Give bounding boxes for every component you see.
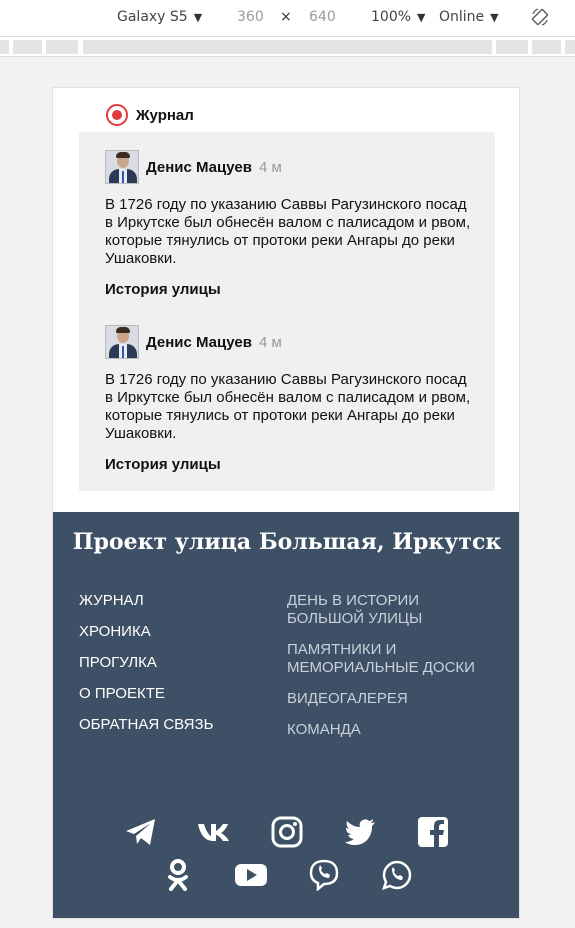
section-title: Журнал (136, 106, 194, 124)
facebook-icon[interactable] (416, 815, 450, 849)
avatar[interactable] (105, 325, 139, 359)
journal-header: Журнал (106, 104, 194, 126)
post-header: Денис Мацуев 4 м (105, 325, 475, 359)
zoom-value: 100% (371, 9, 412, 25)
post-author[interactable]: Денис Мацуев (146, 334, 252, 351)
chevron-down-icon: ▼ (193, 10, 203, 24)
social-links-row-2 (53, 858, 519, 892)
footer-menu-right: ДЕНЬ В ИСТОРИИ БОЛЬШОЙ УЛИЦЫ ПАМЯТНИКИ И… (287, 592, 487, 752)
vk-icon[interactable] (197, 815, 231, 849)
width-input[interactable]: 360 (237, 9, 264, 25)
post-header: Денис Мацуев 4 м (105, 150, 475, 184)
network-value: Online (439, 9, 485, 25)
twitter-icon[interactable] (343, 815, 377, 849)
footer-link-team[interactable]: КОМАНДА (287, 721, 487, 739)
youtube-icon[interactable] (234, 858, 268, 892)
journal-feed: Денис Мацуев 4 м В 1726 году по указанию… (79, 132, 495, 491)
post-text: В 1726 году по указанию Саввы Рагузинско… (105, 371, 471, 442)
post-time: 4 м (258, 333, 282, 351)
footer-link-walk[interactable]: ПРОГУЛКА (79, 654, 213, 672)
telegram-icon[interactable] (124, 815, 158, 849)
record-icon (106, 104, 128, 126)
social-links-row-1 (53, 815, 519, 849)
footer-link-about[interactable]: О ПРОЕКТЕ (79, 685, 213, 703)
footer-link-monuments[interactable]: ПАМЯТНИКИ И МЕМОРИАЛЬНЫЕ ДОСКИ (287, 641, 487, 677)
device-viewport: Журнал Денис Мацуев 4 м В 1726 году по у… (52, 87, 520, 919)
journal-post[interactable]: Денис Мацуев 4 м В 1726 году по указанию… (105, 150, 475, 298)
rotate-icon[interactable] (530, 7, 550, 27)
post-tag[interactable]: История улицы (105, 456, 475, 473)
site-footer: Проект улица Большая, Иркутск ЖУРНАЛ ХРО… (53, 512, 519, 918)
chevron-down-icon: ▼ (417, 10, 426, 24)
chevron-down-icon: ▼ (490, 10, 499, 24)
device-name: Galaxy S5 (117, 9, 188, 25)
whatsapp-icon[interactable] (380, 858, 414, 892)
dimension-separator: × (280, 9, 292, 25)
footer-link-day-in-history[interactable]: ДЕНЬ В ИСТОРИИ БОЛЬШОЙ УЛИЦЫ (287, 592, 487, 628)
footer-link-chronicle[interactable]: ХРОНИКА (79, 623, 213, 641)
device-toolbar: Galaxy S5 ▼ 360 × 640 100% ▼ Online ▼ (0, 0, 575, 36)
media-query-ruler (0, 36, 575, 57)
network-select[interactable]: Online ▼ (439, 9, 499, 25)
odnoklassniki-icon[interactable] (161, 858, 195, 892)
device-select[interactable]: Galaxy S5 ▼ (117, 9, 202, 25)
journal-post[interactable]: Денис Мацуев 4 м В 1726 году по указанию… (105, 325, 475, 473)
post-tag[interactable]: История улицы (105, 281, 475, 298)
viber-icon[interactable] (307, 858, 341, 892)
post-time: 4 м (258, 158, 282, 176)
footer-link-journal[interactable]: ЖУРНАЛ (79, 592, 213, 610)
footer-menu-left: ЖУРНАЛ ХРОНИКА ПРОГУЛКА О ПРОЕКТЕ ОБРАТН… (79, 592, 213, 747)
height-input[interactable]: 640 (309, 9, 336, 25)
instagram-icon[interactable] (270, 815, 304, 849)
footer-link-feedback[interactable]: ОБРАТНАЯ СВЯЗЬ (79, 716, 213, 734)
avatar[interactable] (105, 150, 139, 184)
footer-title: Проект улица Большая, Иркутск (72, 529, 502, 555)
zoom-select[interactable]: 100% ▼ (371, 9, 426, 25)
post-text: В 1726 году по указанию Саввы Рагузинско… (105, 196, 471, 267)
post-author[interactable]: Денис Мацуев (146, 159, 252, 176)
footer-link-video-gallery[interactable]: ВИДЕОГАЛЕРЕЯ (287, 690, 487, 708)
